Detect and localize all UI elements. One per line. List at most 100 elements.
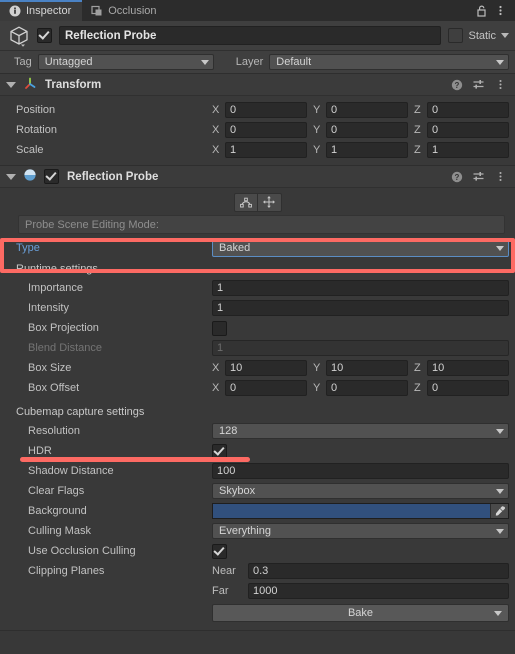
layer-dropdown[interactable]: Default [269, 54, 509, 70]
scale-y-field[interactable]: 1 [326, 142, 408, 158]
static-checkbox[interactable] [448, 28, 464, 43]
clear-flags-dropdown[interactable]: Skybox [212, 483, 509, 499]
box-size-z: Z 10 [414, 360, 509, 376]
reflection-probe-enabled-checkbox[interactable] [44, 169, 59, 184]
axis-y-label: Y [313, 124, 321, 136]
blend-distance-label: Blend Distance [28, 342, 102, 354]
blend-distance-row: Blend Distance 1 [6, 338, 509, 358]
chevron-down-icon [496, 488, 504, 494]
rotation-y: Y 0 [313, 122, 408, 138]
kebab-menu-icon[interactable] [492, 168, 509, 185]
rotation-z-field[interactable]: 0 [427, 122, 509, 138]
probe-scene-editing-mode-label: Probe Scene Editing Mode: [25, 218, 159, 231]
box-offset-y-field[interactable]: 0 [326, 380, 408, 396]
tab-occlusion[interactable]: Occlusion [82, 0, 167, 21]
help-question-icon[interactable]: ? [448, 168, 465, 185]
tab-inspector-label: Inspector [26, 4, 72, 17]
box-size-y-field[interactable]: 10 [326, 360, 408, 376]
preset-sliders-icon[interactable] [470, 76, 487, 93]
intensity-field[interactable]: 1 [212, 300, 509, 316]
chevron-down-icon[interactable] [494, 610, 502, 616]
scale-z-field[interactable]: 1 [427, 142, 509, 158]
transform-header[interactable]: Transform ? [0, 74, 515, 96]
transform-component: Transform ? Position X 0 Y 0 Z 0 Rotatio… [0, 74, 515, 166]
axis-z-label: Z [414, 124, 421, 136]
box-size-x: X 10 [212, 360, 307, 376]
probe-edit-toolbar [6, 191, 509, 213]
layer-value: Default [276, 56, 312, 68]
foldout-triangle-icon[interactable] [6, 173, 16, 180]
culling-mask-dropdown[interactable]: Everything [212, 523, 509, 539]
rotation-x: X 0 [212, 122, 307, 138]
clipping-planes-near-row: Clipping Planes Near 0.3 [6, 561, 509, 581]
use-occlusion-culling-row: Use Occlusion Culling [6, 541, 509, 561]
position-z-field[interactable]: 0 [427, 102, 509, 118]
background-color-field[interactable] [212, 503, 509, 519]
transform-axis-icon [23, 76, 37, 93]
move-probe-origin-button[interactable] [257, 192, 282, 212]
hdr-label: HDR [28, 445, 52, 457]
padlock-open-icon[interactable] [473, 2, 490, 19]
intensity-label: Intensity [28, 302, 69, 314]
foldout-triangle-icon[interactable] [6, 81, 16, 88]
resolution-value: 128 [219, 425, 238, 437]
far-field[interactable]: 1000 [248, 583, 509, 599]
box-size-z-field[interactable]: 10 [427, 360, 509, 376]
scale-x-field[interactable]: 1 [225, 142, 307, 158]
transform-title: Transform [45, 78, 102, 91]
importance-field[interactable]: 1 [212, 280, 509, 296]
importance-value: 1 [217, 282, 224, 294]
object-enabled-checkbox[interactable] [37, 28, 52, 43]
axis-x-label: X [212, 362, 220, 374]
use-occlusion-culling-checkbox[interactable] [212, 543, 227, 559]
box-offset-y-value: 0 [331, 382, 338, 394]
transform-body: Position X 0 Y 0 Z 0 Rotation X 0 Y 0 Z … [0, 96, 515, 165]
edit-bounding-volume-button[interactable] [233, 192, 258, 212]
reflection-probe-icon [23, 168, 37, 185]
shadow-distance-label: Shadow Distance [28, 465, 114, 477]
kebab-menu-icon[interactable] [492, 2, 509, 19]
help-question-icon[interactable]: ? [448, 76, 465, 93]
object-name-field[interactable]: Reflection Probe [59, 26, 442, 45]
kebab-menu-icon[interactable] [492, 76, 509, 93]
tag-dropdown[interactable]: Untagged [37, 54, 214, 70]
rotation-y-field[interactable]: 0 [326, 122, 408, 138]
chevron-down-icon[interactable] [501, 33, 509, 38]
bake-button[interactable]: Bake [212, 604, 509, 622]
shadow-distance-field[interactable]: 100 [212, 463, 509, 479]
transform-rotation-vector: X 0 Y 0 Z 0 [212, 122, 509, 138]
hdr-checkbox[interactable] [212, 443, 227, 459]
preset-sliders-icon[interactable] [470, 168, 487, 185]
importance-label: Importance [28, 282, 84, 294]
box-offset-y: Y 0 [313, 380, 408, 396]
clipping-planes-label: Clipping Planes [28, 565, 105, 577]
near-field[interactable]: 0.3 [248, 563, 509, 579]
eyedropper-icon[interactable] [490, 504, 508, 518]
background-label: Background [28, 505, 87, 517]
resolution-dropdown[interactable]: 128 [212, 423, 509, 439]
position-x-value: 0 [230, 104, 237, 116]
box-size-x-field[interactable]: 10 [225, 360, 307, 376]
intensity-value: 1 [217, 302, 224, 314]
box-projection-field [212, 320, 509, 336]
box-projection-checkbox[interactable] [212, 320, 227, 336]
culling-mask-label: Culling Mask [28, 525, 91, 537]
shadow-distance-row: Shadow Distance 100 [6, 461, 509, 481]
position-x-field[interactable]: 0 [225, 102, 307, 118]
transform-header-actions: ? [448, 76, 509, 93]
chevron-down-icon [200, 59, 209, 65]
position-y-field[interactable]: 0 [326, 102, 408, 118]
transform-scale-row: Scale X 1 Y 1 Z 1 [6, 140, 509, 160]
axis-y-label: Y [313, 144, 321, 156]
blend-distance-field: 1 [212, 340, 509, 356]
tab-occlusion-label: Occlusion [108, 4, 157, 17]
rotation-x-field[interactable]: 0 [225, 122, 307, 138]
type-dropdown[interactable]: Baked [212, 239, 509, 257]
bake-row: Bake [6, 601, 509, 625]
box-offset-x-field[interactable]: 0 [225, 380, 307, 396]
reflection-probe-header[interactable]: Reflection Probe ? [0, 166, 515, 188]
tab-inspector[interactable]: Inspector [0, 0, 83, 21]
box-offset-z-field[interactable]: 0 [427, 380, 509, 396]
prefab-cube-icon[interactable] [8, 25, 30, 47]
use-occlusion-culling-field [212, 543, 509, 559]
